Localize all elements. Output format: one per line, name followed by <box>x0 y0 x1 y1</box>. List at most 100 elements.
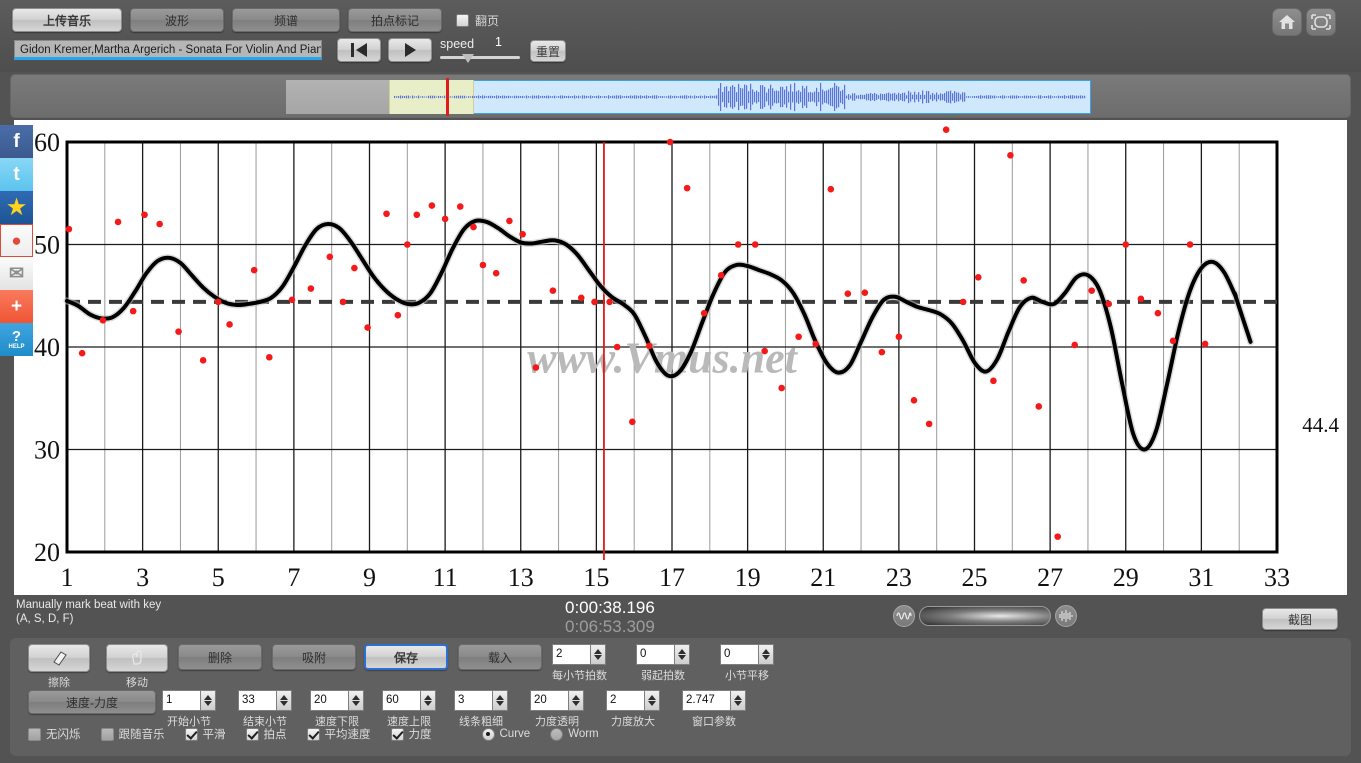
bar-shift-decrement-icon[interactable] <box>762 655 770 660</box>
tempo-dynamics-button[interactable]: 速度-力度 <box>28 690 156 714</box>
pickup-beats-stepper[interactable] <box>674 644 690 665</box>
dynamics-opacity-spinner[interactable]: 20 <box>530 690 584 711</box>
line-thickness-spinner[interactable]: 3 <box>454 690 508 711</box>
skip-to-start-button[interactable] <box>337 38 381 62</box>
dynamics-magnify-increment-icon[interactable] <box>648 695 656 700</box>
waveform-button[interactable]: 波形 <box>130 8 224 32</box>
email-icon[interactable]: ✉ <box>0 257 33 290</box>
tempo-chart[interactable]: www.Vmus.net20304050601 3 5 7 9 11 13 15 17 19 21 2… <box>14 120 1347 595</box>
tempo-max-increment-icon[interactable] <box>424 695 432 700</box>
curve-radio[interactable] <box>481 727 495 741</box>
beats-per-bar-stepper[interactable] <box>590 644 606 665</box>
start-bar-spinner[interactable]: 1 <box>162 690 216 711</box>
dynamics-opacity-input[interactable]: 20 <box>530 690 568 711</box>
tempo-min-stepper[interactable] <box>348 690 364 711</box>
tempo-min-decrement-icon[interactable] <box>352 701 360 706</box>
window-parameter-input[interactable]: 2.747 <box>682 690 730 711</box>
beats-per-bar-spinner[interactable]: 2 <box>552 644 607 665</box>
start-bar-decrement-icon[interactable] <box>204 701 212 706</box>
average-tempo-checkbox[interactable] <box>306 727 320 741</box>
pickup-beats-spinner[interactable]: 0 <box>636 644 690 665</box>
dynamics-magnify-decrement-icon[interactable] <box>648 701 656 706</box>
speed-slider-thumb[interactable] <box>462 54 474 63</box>
weibo-icon[interactable]: ● <box>0 224 33 257</box>
fullscreen-icon[interactable] <box>1306 8 1336 36</box>
upload-music-button[interactable]: 上传音乐 <box>12 8 122 32</box>
save-button[interactable]: 保存 <box>364 644 448 670</box>
line-thickness-input[interactable]: 3 <box>454 690 492 711</box>
erase-button[interactable] <box>28 644 90 672</box>
end-bar-stepper[interactable] <box>276 690 292 711</box>
dynamics-magnify-stepper[interactable] <box>644 690 660 711</box>
more-share-icon[interactable]: + <box>0 290 33 323</box>
page-turn-checkbox[interactable] <box>456 14 469 27</box>
delete-button[interactable]: 删除 <box>178 644 262 670</box>
window-parameter-stepper[interactable] <box>730 690 746 711</box>
reset-button[interactable]: 重置 <box>530 40 566 62</box>
facebook-icon[interactable]: f <box>0 125 33 158</box>
dynamics-magnify-spinner[interactable]: 2 <box>606 690 660 711</box>
beats-per-bar-input[interactable]: 2 <box>552 644 590 665</box>
bar-shift-spinner[interactable]: 0 <box>720 644 774 665</box>
tempo-min-input[interactable]: 20 <box>310 690 348 711</box>
line-thickness-increment-icon[interactable] <box>496 695 504 700</box>
tempo-max-spinner[interactable]: 60 <box>382 690 436 711</box>
start-bar-increment-icon[interactable] <box>204 695 212 700</box>
line-thickness-decrement-icon[interactable] <box>496 701 504 706</box>
tempo-max-input[interactable]: 60 <box>382 690 420 711</box>
volume-slider[interactable] <box>919 606 1051 626</box>
tempo-max-decrement-icon[interactable] <box>424 701 432 706</box>
speed-slider-track[interactable] <box>440 56 520 59</box>
start-bar-input[interactable]: 1 <box>162 690 200 711</box>
load-button[interactable]: 载入 <box>458 644 542 670</box>
waveform-playhead[interactable] <box>446 78 449 116</box>
no-flicker-checkbox[interactable] <box>28 727 41 741</box>
move-button[interactable] <box>106 644 168 672</box>
twitter-icon[interactable]: t <box>0 158 33 191</box>
help-icon[interactable]: ? HELP <box>0 323 33 356</box>
tempo-chart-panel[interactable]: www.Vmus.net 20 30 40 50 60 1 3 5 7 9 11 13 15 17 19 21 2… <box>14 120 1347 595</box>
window-parameter-increment-icon[interactable] <box>734 695 742 700</box>
pickup-beats-increment-icon[interactable] <box>678 649 686 654</box>
home-icon[interactable] <box>1272 8 1302 36</box>
waveform-canvas[interactable] <box>286 78 1091 116</box>
dynamics-checkbox[interactable] <box>390 727 404 741</box>
qzone-icon[interactable]: ★ <box>0 191 33 224</box>
dynamics-opacity-stepper[interactable] <box>568 690 584 711</box>
follow-music-checkbox[interactable] <box>100 727 114 741</box>
end-bar-input[interactable]: 33 <box>238 690 276 711</box>
plus-glyph: + <box>10 295 23 317</box>
window-parameter-decrement-icon[interactable] <box>734 701 742 706</box>
end-bar-decrement-icon[interactable] <box>280 701 288 706</box>
dynamics-magnify-input[interactable]: 2 <box>606 690 644 711</box>
screenshot-button[interactable]: 截图 <box>1262 608 1338 630</box>
bar-shift-stepper[interactable] <box>758 644 774 665</box>
start-bar-stepper[interactable] <box>200 690 216 711</box>
waveform-icon[interactable] <box>893 605 915 627</box>
beat-marker-button[interactable]: 拍点标记 <box>348 8 442 32</box>
beats-per-bar-decrement-icon[interactable] <box>594 655 602 660</box>
dynamics-opacity-decrement-icon[interactable] <box>572 701 580 706</box>
audio-meter-icon[interactable] <box>1055 605 1077 627</box>
bar-shift-input[interactable]: 0 <box>720 644 758 665</box>
line-thickness-stepper[interactable] <box>492 690 508 711</box>
beats-checkbox[interactable] <box>245 727 259 741</box>
beats-per-bar-increment-icon[interactable] <box>594 649 602 654</box>
play-button[interactable] <box>388 38 432 62</box>
snap-button[interactable]: 吸附 <box>272 644 356 670</box>
dynamics-opacity-increment-icon[interactable] <box>572 695 580 700</box>
smooth-checkbox[interactable] <box>184 727 198 741</box>
tempo-min-increment-icon[interactable] <box>352 695 360 700</box>
pickup-beats-input[interactable]: 0 <box>636 644 674 665</box>
window-parameter-spinner[interactable]: 2.747 <box>682 690 746 711</box>
waveform-overview-strip[interactable] <box>10 74 1351 118</box>
worm-radio[interactable] <box>550 727 564 741</box>
spectrum-button[interactable]: 频谱 <box>232 8 340 32</box>
end-bar-increment-icon[interactable] <box>280 695 288 700</box>
tempo-min-spinner[interactable]: 20 <box>310 690 364 711</box>
track-title-field[interactable]: Gidon Kremer,Martha Argerich - Sonata Fo… <box>14 40 322 60</box>
tempo-max-stepper[interactable] <box>420 690 436 711</box>
bar-shift-increment-icon[interactable] <box>762 649 770 654</box>
pickup-beats-decrement-icon[interactable] <box>678 655 686 660</box>
end-bar-spinner[interactable]: 33 <box>238 690 292 711</box>
